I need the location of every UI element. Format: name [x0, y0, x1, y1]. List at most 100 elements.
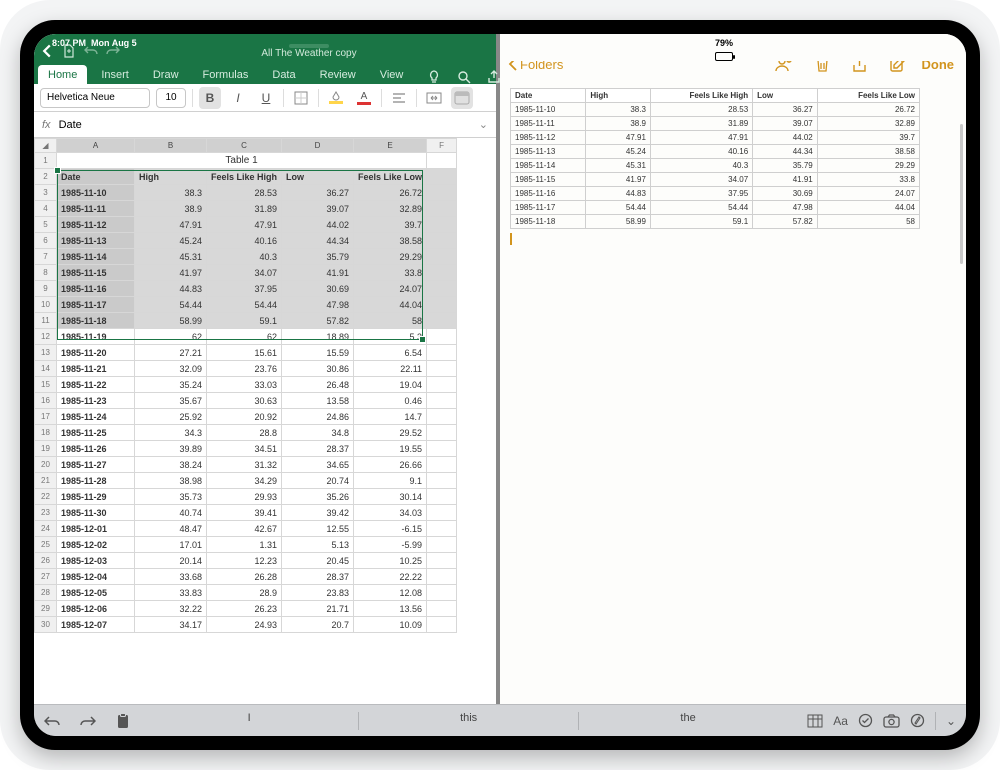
tab-insert[interactable]: Insert [91, 65, 139, 84]
tab-view[interactable]: View [370, 65, 414, 84]
scroll-indicator[interactable] [960, 124, 963, 264]
file-icon[interactable] [62, 44, 76, 58]
back-icon[interactable] [40, 44, 54, 58]
header-low[interactable]: Low [282, 169, 354, 185]
table-title[interactable]: Table 1 [57, 153, 427, 169]
tab-home[interactable]: Home [38, 65, 87, 84]
table-row[interactable]: 28 1985-12-05 33.83 28.9 23.83 12.08 [35, 585, 457, 601]
table-row[interactable]: 17 1985-11-24 25.92 20.92 24.86 14.7 [35, 409, 457, 425]
compose-icon[interactable] [883, 56, 912, 73]
undo-icon[interactable] [84, 44, 98, 58]
clipboard-icon[interactable] [106, 705, 140, 736]
font-name-select[interactable]: Helvetica Neue [40, 88, 150, 108]
borders-button[interactable] [290, 87, 312, 109]
chevron-down-icon[interactable]: ⌄ [946, 714, 956, 728]
suggestion-word[interactable]: this [359, 712, 577, 730]
table-row[interactable]: 1985-11-1858.9959.157.8258 [511, 215, 920, 229]
tab-review[interactable]: Review [310, 65, 366, 84]
table-row[interactable]: 25 1985-12-02 17.01 1.31 5.13 -5.99 [35, 537, 457, 553]
col-header[interactable]: A [57, 139, 135, 153]
col-header[interactable]: F [427, 139, 457, 153]
table-row[interactable]: 29 1985-12-06 32.22 26.23 21.71 13.56 [35, 601, 457, 617]
table-row[interactable]: 30 1985-12-07 34.17 24.93 20.7 10.09 [35, 617, 457, 633]
cell-styles-button[interactable] [451, 87, 473, 109]
trash-icon[interactable] [809, 56, 836, 73]
done-button[interactable]: Done [922, 57, 955, 72]
select-all-corner[interactable]: ◢ [35, 139, 57, 153]
merge-button[interactable] [423, 87, 445, 109]
table-row[interactable]: 10 1985-11-17 54.44 54.44 47.98 44.04 [35, 297, 457, 313]
search-icon[interactable] [451, 70, 477, 84]
table-row[interactable]: 14 1985-11-21 32.09 23.76 30.86 22.11 [35, 361, 457, 377]
collaborate-icon[interactable] [769, 56, 799, 72]
spreadsheet-grid[interactable]: ◢ A B C D E F 1Table 1 [34, 138, 457, 633]
table-tool-icon[interactable] [807, 714, 823, 728]
textformat-icon[interactable]: Aa [833, 714, 848, 728]
table-row[interactable]: 1985-11-1138.931.8939.0732.89 [511, 117, 920, 131]
redo-icon[interactable] [106, 44, 120, 58]
redo-key-icon[interactable] [70, 705, 106, 736]
col-header[interactable]: E [354, 139, 427, 153]
font-color-button[interactable]: A [353, 87, 375, 109]
table-row[interactable]: 8 1985-11-15 41.97 34.07 41.91 33.8 [35, 265, 457, 281]
table-row[interactable]: 1985-11-1247.9147.9144.0239.7 [511, 131, 920, 145]
table-row[interactable]: 26 1985-12-03 20.14 12.23 20.45 10.25 [35, 553, 457, 569]
align-button[interactable] [388, 87, 410, 109]
undo-key-icon[interactable] [34, 705, 70, 736]
table-row[interactable]: 7 1985-11-14 45.31 40.3 35.79 29.29 [35, 249, 457, 265]
table-row[interactable]: 1985-11-1541.9734.0741.9133.8 [511, 173, 920, 187]
table-row[interactable]: 5 1985-11-12 47.91 47.91 44.02 39.7 [35, 217, 457, 233]
table-row[interactable]: 19 1985-11-26 39.89 34.51 28.37 19.55 [35, 441, 457, 457]
checklist-icon[interactable] [858, 713, 873, 728]
header-fll[interactable]: Feels Like Low [354, 169, 427, 185]
tab-draw[interactable]: Draw [143, 65, 189, 84]
table-row[interactable]: 21 1985-11-28 38.98 34.29 20.74 9.1 [35, 473, 457, 489]
tab-data[interactable]: Data [262, 65, 305, 84]
table-row[interactable]: 22 1985-11-29 35.73 29.93 35.26 30.14 [35, 489, 457, 505]
underline-button[interactable]: U [255, 87, 277, 109]
table-row[interactable]: 1985-11-1038.328.5336.2726.72 [511, 103, 920, 117]
formula-bar[interactable]: fx Date ⌄ [34, 112, 496, 138]
note-body[interactable]: Date High Feels Like High Low Feels Like… [500, 84, 966, 704]
table-row[interactable]: 13 1985-11-20 27.21 15.61 15.59 6.54 [35, 345, 457, 361]
table-row[interactable]: 12 1985-11-19 62 62 18.89 5.3 [35, 329, 457, 345]
table-row[interactable]: 27 1985-12-04 33.68 26.28 28.37 22.22 [35, 569, 457, 585]
chevron-down-icon[interactable]: ⌄ [479, 118, 488, 131]
camera-icon[interactable] [883, 714, 900, 728]
header-flh[interactable]: Feels Like High [207, 169, 282, 185]
header-date[interactable]: Date [57, 169, 135, 185]
suggestion-word[interactable]: I [140, 712, 358, 730]
table-row[interactable]: 1985-11-1754.4454.4447.9844.04 [511, 201, 920, 215]
table-row[interactable]: 1985-11-1445.3140.335.7929.29 [511, 159, 920, 173]
markup-icon[interactable] [910, 713, 925, 728]
excel-app: All The Weather copy Home Insert Draw Fo… [34, 34, 500, 704]
italic-button[interactable]: I [227, 87, 249, 109]
table-row[interactable]: 1985-11-1345.2440.1644.3438.58 [511, 145, 920, 159]
table-row[interactable]: 9 1985-11-16 44.83 37.95 30.69 24.07 [35, 281, 457, 297]
lightbulb-icon[interactable] [421, 70, 447, 84]
col-header[interactable]: B [135, 139, 207, 153]
table-row[interactable]: 16 1985-11-23 35.67 30.63 13.58 0.46 [35, 393, 457, 409]
table-row[interactable]: 1985-11-1644.8337.9530.6924.07 [511, 187, 920, 201]
fill-color-button[interactable] [325, 87, 347, 109]
formula-value[interactable]: Date [59, 119, 471, 131]
table-row[interactable]: 24 1985-12-01 48.47 42.67 12.55 -6.15 [35, 521, 457, 537]
table-row[interactable]: 23 1985-11-30 40.74 39.41 39.42 34.03 [35, 505, 457, 521]
pasted-table[interactable]: Date High Feels Like High Low Feels Like… [510, 88, 920, 229]
font-size-select[interactable]: 10 [156, 88, 186, 108]
table-row[interactable]: 6 1985-11-13 45.24 40.16 44.34 38.58 [35, 233, 457, 249]
suggestion-word[interactable]: the [579, 712, 797, 730]
back-folders-button[interactable]: Folders [508, 57, 563, 72]
table-row[interactable]: 3 1985-11-10 38.3 28.53 36.27 26.72 [35, 185, 457, 201]
header-high[interactable]: High [135, 169, 207, 185]
col-header[interactable]: C [207, 139, 282, 153]
share-icon[interactable] [846, 56, 873, 73]
table-row[interactable]: 11 1985-11-18 58.99 59.1 57.82 58 [35, 313, 457, 329]
table-row[interactable]: 15 1985-11-22 35.24 33.03 26.48 19.04 [35, 377, 457, 393]
col-header[interactable]: D [282, 139, 354, 153]
table-row[interactable]: 18 1985-11-25 34.3 28.8 34.8 29.52 [35, 425, 457, 441]
tab-formulas[interactable]: Formulas [193, 65, 259, 84]
bold-button[interactable]: B [199, 87, 221, 109]
table-row[interactable]: 20 1985-11-27 38.24 31.32 34.65 26.66 [35, 457, 457, 473]
table-row[interactable]: 4 1985-11-11 38.9 31.89 39.07 32.89 [35, 201, 457, 217]
